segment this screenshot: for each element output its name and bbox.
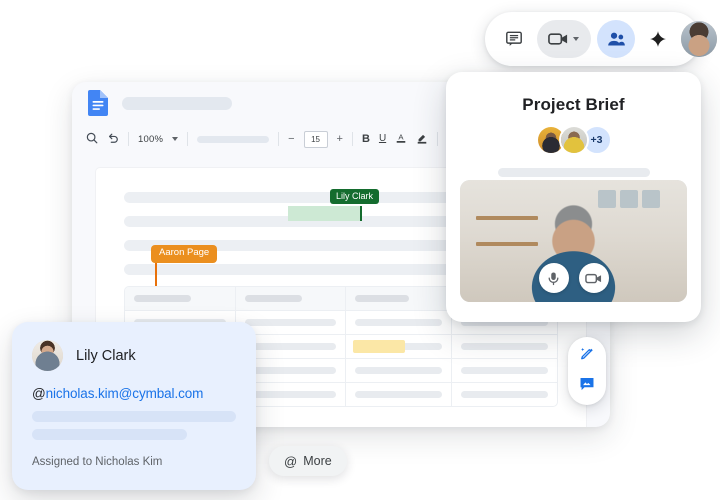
camera-button[interactable] — [537, 20, 591, 58]
svg-text:A: A — [399, 133, 405, 142]
font-size-input[interactable]: 15 — [303, 130, 328, 148]
search-icon[interactable] — [86, 132, 98, 147]
table-cell — [345, 383, 451, 406]
attendee-avatar-group: +3 — [446, 125, 701, 155]
project-brief-subtitle-placeholder — [497, 168, 650, 177]
doc-title-placeholder[interactable] — [122, 96, 232, 110]
toolbar-divider — [187, 132, 189, 146]
chevron-down-icon[interactable] — [573, 37, 579, 41]
zoom-level-value[interactable]: 100% — [138, 134, 163, 145]
text-highlight — [353, 340, 406, 353]
comment-mention: @nicholas.kim@cymbal.com — [32, 386, 236, 401]
undo-icon[interactable] — [107, 132, 119, 147]
at-symbol-icon: @ — [284, 453, 298, 469]
table-header-cell — [345, 287, 451, 310]
highlighter-icon[interactable] — [416, 131, 428, 147]
collaborator-selection-lily — [288, 206, 362, 221]
people-icon — [607, 32, 625, 46]
font-size-decrease[interactable]: − — [288, 133, 294, 145]
collaborator-tag-aaron: Aaron Page — [151, 245, 218, 263]
comment-text-placeholder — [32, 411, 236, 422]
doc-side-rail — [568, 337, 606, 405]
text-color-button[interactable]: A — [395, 131, 407, 147]
camera-toggle-button[interactable] — [578, 263, 609, 293]
table-cell — [345, 359, 451, 382]
microphone-icon — [548, 272, 559, 285]
toolbar-divider — [278, 132, 280, 146]
comment-author-name: Lily Clark — [76, 347, 136, 364]
table-header-cell — [125, 287, 235, 310]
toolbar-divider — [128, 132, 129, 146]
chevron-down-icon[interactable] — [172, 137, 179, 141]
comment-author-row: Lily Clark — [32, 340, 236, 371]
project-brief-card: Project Brief +3 — [446, 72, 701, 322]
video-camera-icon — [548, 33, 568, 45]
meet-floating-toolbar — [485, 12, 717, 66]
illustration-stage: 100% − 15 + B U A Lily Clark Aaron Page … — [0, 0, 720, 500]
table-cell-highlighted — [345, 335, 451, 358]
video-tile — [460, 180, 687, 302]
font-size-increase[interactable]: + — [337, 133, 343, 145]
table-cell — [451, 335, 557, 358]
comment-image-icon[interactable] — [578, 375, 596, 398]
magic-pen-icon[interactable] — [578, 345, 596, 368]
video-camera-icon — [585, 273, 602, 283]
comment-card: Lily Clark @nicholas.kim@cymbal.com Assi… — [12, 322, 256, 490]
comment-text-placeholder — [32, 429, 188, 440]
more-chip[interactable]: @ More — [269, 446, 347, 476]
sparkle-icon[interactable] — [641, 22, 675, 56]
chat-bubble-icon[interactable] — [497, 22, 531, 56]
project-brief-title: Project Brief — [522, 95, 625, 114]
collaborator-tag-lily: Lily Clark — [330, 189, 380, 205]
underline-button[interactable]: U — [379, 134, 386, 144]
comment-assigned-label: Assigned to Nicholas Kim — [32, 456, 163, 468]
font-family-select[interactable] — [197, 135, 270, 143]
toolbar-divider — [437, 132, 439, 146]
table-cell — [451, 359, 557, 382]
attendee-avatar[interactable] — [558, 125, 589, 155]
bold-button[interactable]: B — [362, 133, 370, 145]
collaborator-caret-aaron — [155, 261, 157, 289]
video-controls — [460, 263, 687, 293]
microphone-button[interactable] — [538, 263, 569, 293]
google-docs-icon — [88, 90, 108, 116]
account-avatar[interactable] — [681, 21, 717, 57]
at-symbol: @ — [32, 386, 46, 401]
toolbar-divider — [351, 132, 353, 146]
people-button[interactable] — [597, 20, 635, 58]
mention-email-link[interactable]: nicholas.kim@cymbal.com — [46, 386, 204, 401]
table-cell — [451, 383, 557, 406]
table-cell — [345, 311, 451, 334]
more-chip-label: More — [303, 454, 332, 468]
table-header-cell — [235, 287, 345, 310]
avatar — [32, 340, 63, 371]
